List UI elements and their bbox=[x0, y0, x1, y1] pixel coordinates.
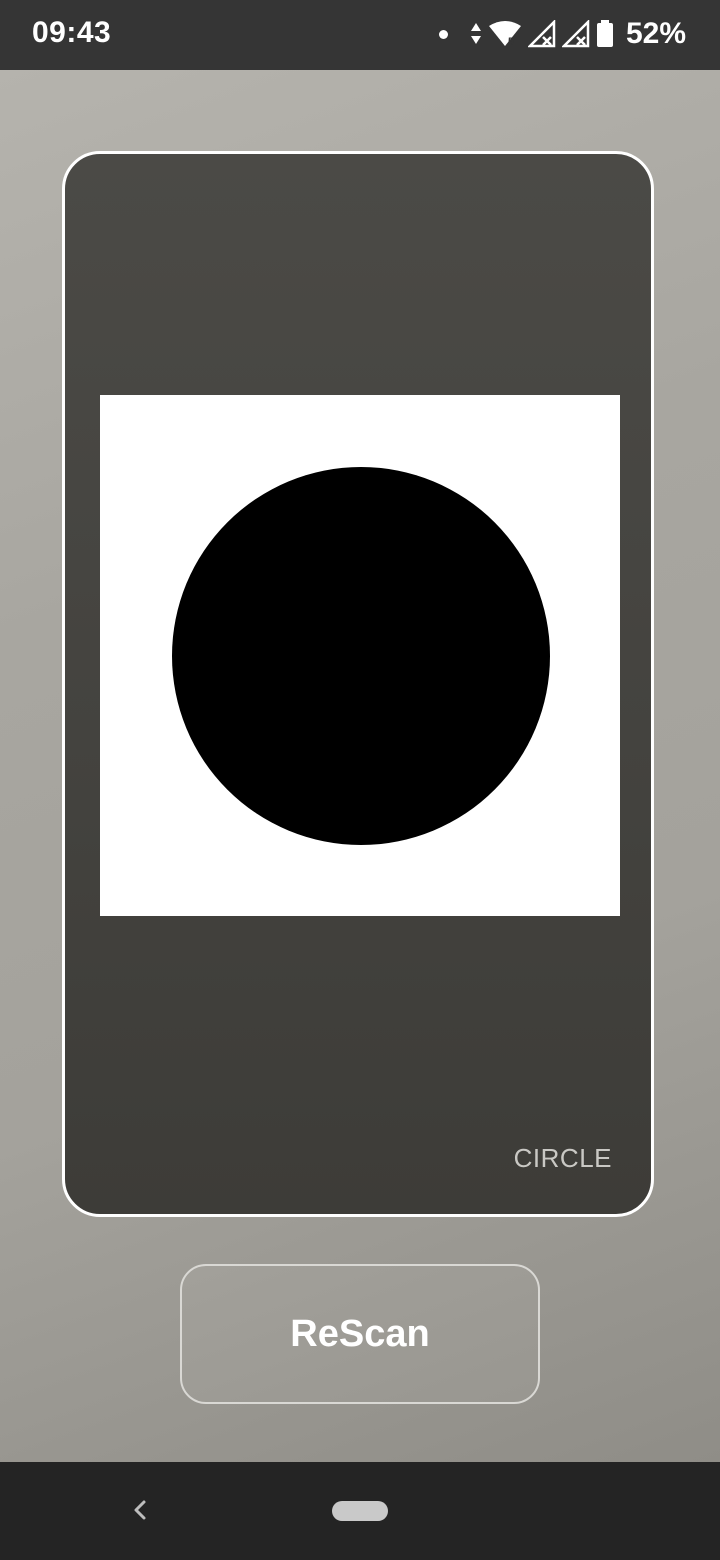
rescan-button-label: ReScan bbox=[290, 1312, 430, 1355]
battery-percent: 52% bbox=[625, 17, 686, 50]
svg-text:5: 5 bbox=[508, 36, 514, 48]
detected-shape-canvas bbox=[172, 467, 550, 845]
scanned-image bbox=[100, 395, 620, 916]
status-icons: 5 52% bbox=[438, 14, 686, 54]
detected-circle-shape bbox=[172, 467, 550, 845]
signal-no-service-icon bbox=[527, 20, 556, 48]
data-arrows-icon bbox=[470, 23, 481, 44]
back-chevron-icon[interactable] bbox=[126, 1496, 154, 1524]
rescan-button[interactable]: ReScan bbox=[180, 1264, 540, 1404]
status-bar: 09:43 5 52% bbox=[0, 0, 720, 70]
status-time: 09:43 bbox=[32, 16, 112, 49]
shape-label: CIRCLE bbox=[513, 1143, 612, 1173]
navigation-bar bbox=[0, 1462, 720, 1560]
home-pill-icon[interactable] bbox=[332, 1501, 388, 1521]
signal-no-service-icon bbox=[561, 20, 590, 48]
battery-icon bbox=[596, 20, 613, 47]
wifi-icon: 5 bbox=[488, 21, 521, 48]
notification-dot-icon bbox=[438, 29, 448, 39]
